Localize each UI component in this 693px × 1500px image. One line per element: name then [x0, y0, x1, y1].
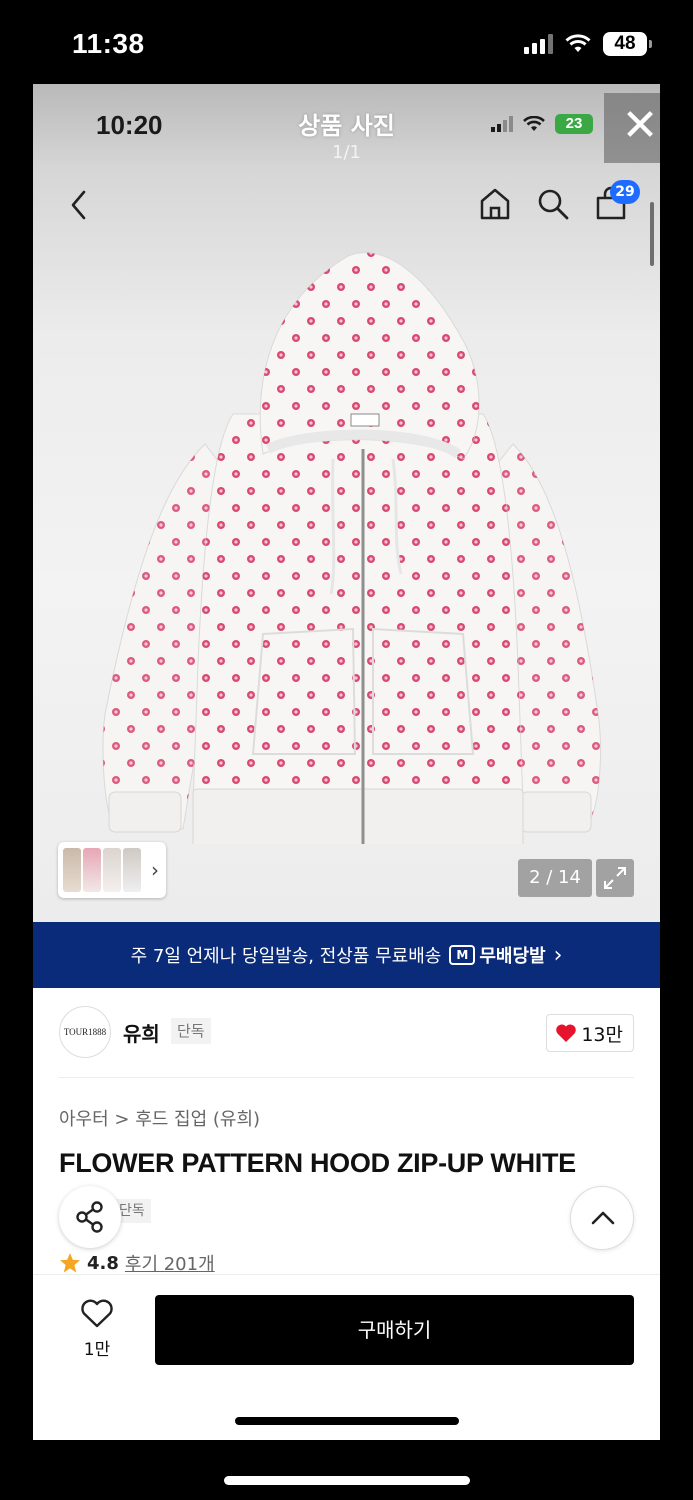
chevron-up-icon	[591, 1211, 615, 1225]
thumbnail-image[interactable]	[83, 848, 101, 892]
share-button[interactable]	[59, 1186, 121, 1248]
product-image	[102, 252, 601, 844]
home-icon[interactable]	[477, 186, 513, 222]
cellular-signal-icon	[524, 34, 553, 54]
thumbnail-image[interactable]	[123, 848, 141, 892]
divider	[59, 1077, 634, 1078]
battery-icon: 48	[603, 32, 652, 56]
scroll-top-button[interactable]	[570, 1186, 634, 1250]
close-button[interactable]: ✕	[604, 93, 660, 163]
reviews-link[interactable]: 후기 201개	[125, 1250, 215, 1276]
product-nav-bar	[33, 180, 660, 230]
scroll-indicator	[650, 202, 654, 266]
viewer-header: 10:20 상품 사진 1/1 23 ✕	[33, 84, 660, 164]
back-chevron-icon[interactable]	[67, 188, 91, 222]
wishlist-count: 1만	[83, 1340, 111, 1360]
rating-score: 4.8	[87, 1252, 119, 1274]
wifi-icon	[523, 116, 545, 131]
shipping-banner[interactable]: 주 7일 언제나 당일발송, 전상품 무료배송 M 무배당발 ›	[33, 922, 660, 988]
outer-clock: 11:38	[72, 28, 145, 59]
cellular-signal-icon	[491, 116, 513, 132]
brand-like-count: 13만	[581, 1023, 623, 1046]
delivery-m-icon: M	[449, 945, 476, 965]
expand-icon[interactable]	[596, 859, 634, 897]
category-breadcrumb[interactable]: 아우터 > 후드 집업 (유희)	[59, 1105, 260, 1131]
cart-count-badge: 29	[610, 180, 640, 204]
wifi-icon	[565, 34, 591, 52]
product-title: FLOWER PATTERN HOOD ZIP-UP WHITE	[59, 1148, 576, 1178]
share-icon	[76, 1201, 103, 1233]
exclusive-tag: 단독	[171, 1018, 211, 1044]
thumbnail-image[interactable]	[103, 848, 121, 892]
brand-like-button[interactable]: 13만	[546, 1014, 634, 1052]
app-screen: 10:20 상품 사진 1/1 23 ✕ 29 › 2 / 14 주 7일 언제…	[33, 84, 660, 1440]
inner-home-indicator	[235, 1417, 459, 1425]
heart-outline-icon	[81, 1299, 113, 1328]
inner-status-icons: 23	[491, 114, 593, 134]
chevron-right-icon[interactable]: ›	[151, 858, 159, 882]
brand-row: TOUR1888 유희 단독 13만	[59, 1006, 634, 1058]
chevron-right-icon: ›	[553, 942, 563, 968]
wishlist-button[interactable]: 1만	[73, 1299, 121, 1360]
thumbnail-image[interactable]	[63, 848, 81, 892]
rating-row: 4.8 후기 201개	[59, 1250, 215, 1276]
star-icon	[60, 1253, 80, 1273]
brand-name[interactable]: 유희	[123, 1018, 160, 1047]
product-photo-viewer[interactable]: 10:20 상품 사진 1/1 23 ✕ 29 › 2 / 14	[33, 84, 660, 922]
free-shipping-label: 무배당발	[479, 946, 546, 967]
image-pager: 2 / 14	[518, 859, 592, 897]
thumbnail-strip[interactable]: ›	[58, 842, 166, 898]
battery-charging-icon: 23	[555, 114, 593, 134]
heart-filled-icon	[556, 1024, 577, 1042]
brand-logo[interactable]: TOUR1888	[59, 1006, 111, 1058]
search-icon[interactable]	[535, 186, 571, 222]
free-shipping-logo: M 무배당발	[449, 942, 546, 968]
banner-text: 주 7일 언제나 당일발송, 전상품 무료배송	[130, 946, 442, 967]
buy-button[interactable]: 구매하기	[155, 1295, 634, 1365]
outer-status-bar: 11:38 48	[0, 0, 693, 84]
bottom-action-bar: 1만 구매하기	[33, 1274, 660, 1440]
home-indicator[interactable]	[224, 1476, 470, 1485]
viewer-count: 1/1	[332, 142, 361, 163]
outer-status-icons: 48	[524, 32, 652, 56]
